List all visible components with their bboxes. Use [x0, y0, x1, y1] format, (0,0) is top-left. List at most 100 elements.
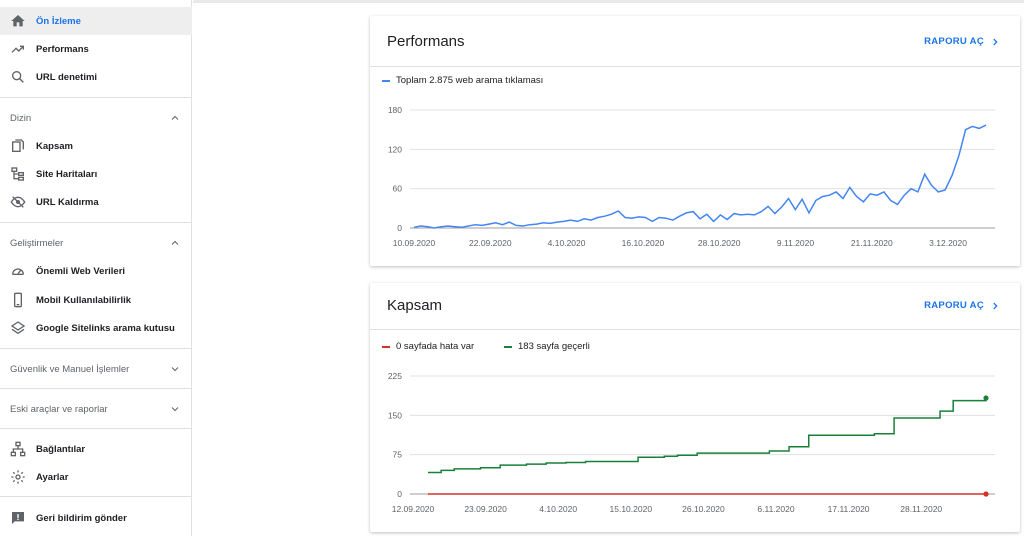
section-label: Geliştirmeler	[10, 237, 64, 249]
x-tick-label: 3.12.2020	[929, 238, 967, 248]
nav-item-url-removal[interactable]: URL Kaldırma	[0, 188, 192, 216]
open-report-label: RAPORU AÇ	[924, 300, 984, 311]
y-tick-label: 120	[388, 144, 402, 154]
section-label: Eski araçlar ve raporlar	[10, 403, 108, 415]
nav-label: Kapsam	[36, 140, 73, 152]
sidebar-divider	[0, 222, 192, 223]
x-tick-label: 9.11.2020	[777, 238, 814, 248]
home-icon	[10, 13, 26, 29]
nav-label: Önemli Web Verileri	[36, 265, 126, 277]
series-end-point	[983, 395, 989, 401]
search-icon	[10, 69, 26, 85]
section-label: Dizin	[10, 112, 32, 124]
nav-label: Site Haritaları	[36, 168, 98, 180]
nav-item-overview[interactable]: Ön İzleme	[0, 7, 192, 35]
sitemap-icon	[10, 166, 26, 182]
x-tick-label: 4.10.2020	[548, 238, 586, 248]
legend-swatch	[504, 345, 512, 348]
nav-item-core-web-vitals[interactable]: Önemli Web Verileri	[0, 257, 192, 285]
open-report-label: RAPORU AÇ	[924, 36, 984, 47]
chevron-down-icon	[171, 407, 179, 412]
nav-label: Google Sitelinks arama kutusu	[36, 322, 175, 334]
series-end-point	[983, 491, 989, 497]
coverage-chart: 0 75 150 225 12.09.2020 23.09.2020 4.10.2020 15…	[388, 371, 995, 514]
nav-label: Mobil Kullanılabilirlik	[36, 294, 132, 306]
open-report-link[interactable]: RAPORU AÇ	[924, 300, 1000, 311]
file-copy-icon	[10, 138, 26, 154]
legend-swatch	[382, 79, 390, 82]
nav-item-url-inspection[interactable]: URL denetimi	[0, 63, 192, 91]
y-tick-label: 150	[388, 410, 402, 420]
sidebar: Ön İzleme Performans URL denetimi Dizin …	[0, 0, 192, 536]
open-report-link[interactable]: RAPORU AÇ	[924, 36, 1000, 47]
x-tick-label: 6.11.2020	[757, 504, 794, 514]
section-legacy-tools[interactable]: Eski araçlar ve raporlar	[0, 398, 192, 420]
sidebar-divider	[0, 496, 192, 497]
nav-item-links[interactable]: Bağlantılar	[0, 435, 192, 463]
x-tick-label: 21.11.2020	[851, 238, 893, 248]
section-index[interactable]: Dizin	[0, 107, 192, 129]
legend-label: Toplam 2.875 web arama tıklaması	[396, 75, 544, 86]
nav-item-sitelinks-searchbox[interactable]: Google Sitelinks arama kutusu	[0, 314, 192, 342]
nav-label: Ön İzleme	[36, 15, 81, 27]
card-divider	[370, 66, 1020, 67]
performance-chart: 0 60 120 180 10.09.2020 22.09.2020 4.10.2020 16…	[388, 105, 995, 248]
chevron-right-icon	[993, 302, 998, 309]
x-tick-label: 16.10.2020	[622, 238, 665, 248]
chart-legend-error: 0 sayfada hata var	[382, 341, 474, 352]
speed-gauge-icon	[10, 263, 26, 279]
nav-item-sitemaps[interactable]: Site Haritaları	[0, 160, 192, 188]
chevron-up-icon	[171, 115, 179, 120]
card-title: Performans	[387, 33, 465, 50]
nav-label: URL denetimi	[36, 71, 98, 83]
series-line	[413, 124, 987, 229]
x-tick-label: 17.11.2020	[828, 504, 870, 514]
smartphone-icon	[10, 292, 26, 308]
top-shadow-strip	[193, 0, 1024, 3]
nav-label: Ayarlar	[36, 471, 69, 483]
performance-card: Performans RAPORU AÇ Toplam 2.875 web ar…	[370, 16, 1020, 266]
sidebar-divider	[0, 97, 192, 98]
x-tick-label: 28.10.2020	[698, 238, 741, 248]
links-network-icon	[10, 441, 26, 457]
nav-label: Geri bildirim gönder	[36, 512, 127, 524]
legend-label: 0 sayfada hata var	[396, 341, 475, 352]
series-line	[428, 398, 987, 474]
section-enhancements[interactable]: Geliştirmeler	[0, 232, 192, 254]
chart-legend-valid: 183 sayfa geçerli	[504, 341, 590, 352]
y-tick-label: 0	[397, 489, 402, 499]
x-tick-label: 4.10.2020	[539, 504, 577, 514]
nav-item-feedback[interactable]: Geri bildirim gönder	[0, 504, 192, 532]
y-tick-label: 60	[393, 184, 403, 194]
y-tick-label: 0	[397, 223, 402, 233]
legend-swatch	[382, 345, 390, 348]
x-tick-label: 28.11.2020	[900, 504, 942, 514]
x-tick-label: 10.09.2020	[393, 238, 436, 248]
y-tick-label: 75	[393, 450, 403, 460]
chevron-down-icon	[171, 367, 179, 372]
feedback-icon	[10, 510, 26, 526]
y-tick-label: 225	[388, 371, 402, 381]
x-tick-label: 26.10.2020	[682, 504, 725, 514]
nav-label: Bağlantılar	[36, 443, 86, 455]
nav-item-settings[interactable]: Ayarlar	[0, 463, 192, 491]
x-tick-label: 22.09.2020	[469, 238, 512, 248]
sidebar-divider	[0, 388, 192, 389]
legend-label: 183 sayfa geçerli	[518, 341, 590, 352]
nav-item-performance[interactable]: Performans	[0, 35, 192, 63]
coverage-card: Kapsam RAPORU AÇ 0 sayfada hata var 183 …	[370, 283, 1020, 532]
section-security[interactable]: Güvenlik ve Manuel İşlemler	[0, 358, 192, 380]
section-label: Güvenlik ve Manuel İşlemler	[10, 363, 130, 375]
card-title: Kapsam	[387, 297, 443, 314]
nav-item-mobile-usability[interactable]: Mobil Kullanılabilirlik	[0, 286, 192, 314]
nav-label: URL Kaldırma	[36, 196, 99, 208]
nav-item-coverage[interactable]: Kapsam	[0, 132, 192, 160]
visibility-off-icon	[10, 194, 26, 210]
chevron-right-icon	[993, 38, 998, 45]
chart-legend: Toplam 2.875 web arama tıklaması	[382, 75, 543, 86]
chevron-up-icon	[171, 240, 179, 245]
y-tick-label: 180	[388, 105, 402, 115]
trending-up-icon	[10, 41, 26, 57]
x-tick-label: 12.09.2020	[392, 504, 435, 514]
card-divider	[370, 329, 1020, 330]
